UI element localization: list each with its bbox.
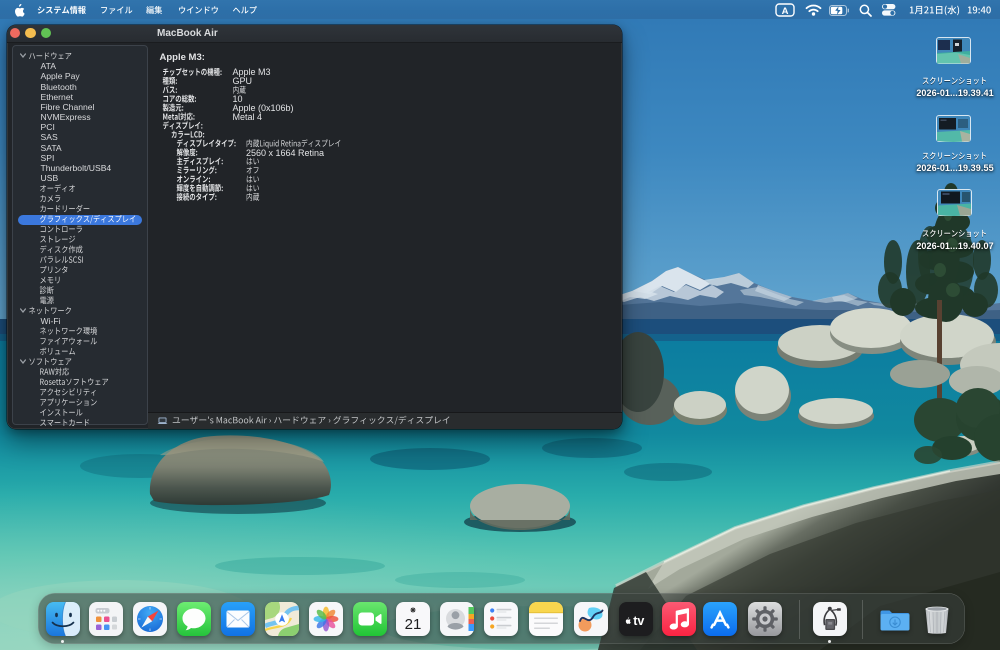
svg-text:A: A	[782, 6, 789, 17]
svg-text:tv: tv	[633, 613, 644, 627]
svg-text:21: 21	[405, 616, 422, 633]
